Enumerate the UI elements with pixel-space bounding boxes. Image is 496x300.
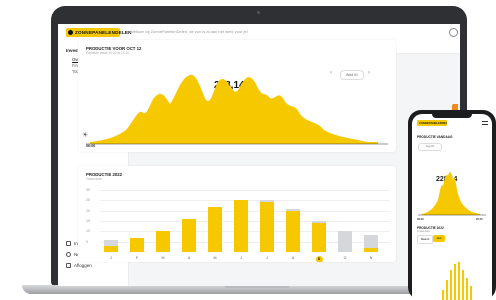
bar-current-year[interactable] (104, 245, 118, 252)
sun-logo-icon (68, 30, 73, 35)
yearly-production-card: PRODUCTIE 2022 Totaal data 30 25 20 15 10 5 J F… (78, 166, 396, 262)
bar-current-year[interactable] (182, 218, 196, 252)
month-label[interactable]: J (260, 256, 274, 260)
daily-production-card: PRODUCTIE VOOR OCT 12 Gepiekte Vasat 10:… (78, 40, 396, 152)
month-label[interactable]: N (364, 256, 378, 260)
month-label[interactable]: A (182, 256, 196, 260)
bar-current-year[interactable] (312, 223, 326, 252)
phone-bar (446, 280, 448, 300)
month-label[interactable]: J (104, 256, 118, 260)
sun-icon: ☀ (82, 132, 89, 139)
daily-area-chart (86, 74, 388, 145)
phone-bar (466, 278, 468, 300)
brand-name: ZONNEPANELENDELEN (75, 30, 132, 35)
y-tick-label: 5 (86, 239, 88, 244)
month-label[interactable]: M (208, 256, 222, 260)
phone-bar (462, 270, 464, 300)
y-tick-label: 30 (86, 188, 90, 192)
webcam (257, 11, 260, 14)
month-label[interactable]: A (286, 256, 300, 260)
month-label[interactable]: S (315, 256, 323, 262)
bar-previous-year[interactable] (338, 231, 352, 252)
phone-bar (450, 270, 452, 300)
phone-notch (432, 114, 472, 118)
y-tick-label: 10 (86, 229, 90, 234)
bar-current-year[interactable] (260, 202, 274, 252)
y-tick-label: 20 (86, 208, 90, 213)
y-tick-label: 15 (86, 219, 90, 223)
bar-current-year[interactable] (208, 206, 222, 252)
month-label[interactable]: J (234, 256, 248, 260)
sidebar-item-logout[interactable]: Afloggen (66, 263, 92, 268)
user-avatar[interactable] (449, 28, 458, 37)
bar-current-year[interactable] (156, 231, 170, 252)
daily-start-time: 06:00 (86, 144, 96, 148)
month-label[interactable]: O (338, 256, 352, 260)
brand-logo[interactable]: ZONNEPANELENDELEN (66, 28, 131, 37)
welcome-message: Welkom bij ZonnePanelenDelen, de zon is … (130, 29, 248, 34)
month-label[interactable]: F (130, 256, 144, 260)
y-tick-label: 25 (86, 198, 90, 203)
daily-production-area (90, 74, 378, 144)
logout-label: Afloggen (74, 263, 92, 268)
month-label[interactable]: M (156, 256, 170, 260)
phone-bar (458, 262, 460, 300)
bar-current-year[interactable] (130, 237, 144, 252)
phone-screen: ZONNEPANELENDELEN PRODUCTIE VANDAAG Aug … (412, 114, 492, 300)
gear-icon (66, 241, 71, 246)
bar-current-year[interactable] (234, 200, 248, 252)
yearly-subtitle: Totaal data (86, 177, 102, 181)
bar-current-year[interactable] (364, 247, 378, 252)
phone-bar (470, 286, 472, 300)
phone-bar (454, 264, 456, 300)
bar-current-year[interactable] (286, 210, 300, 252)
grid-line (100, 190, 390, 191)
globe-icon (66, 252, 71, 257)
logout-icon (66, 263, 71, 268)
phone-bar-chart (442, 262, 472, 300)
phone-bar (442, 290, 444, 300)
